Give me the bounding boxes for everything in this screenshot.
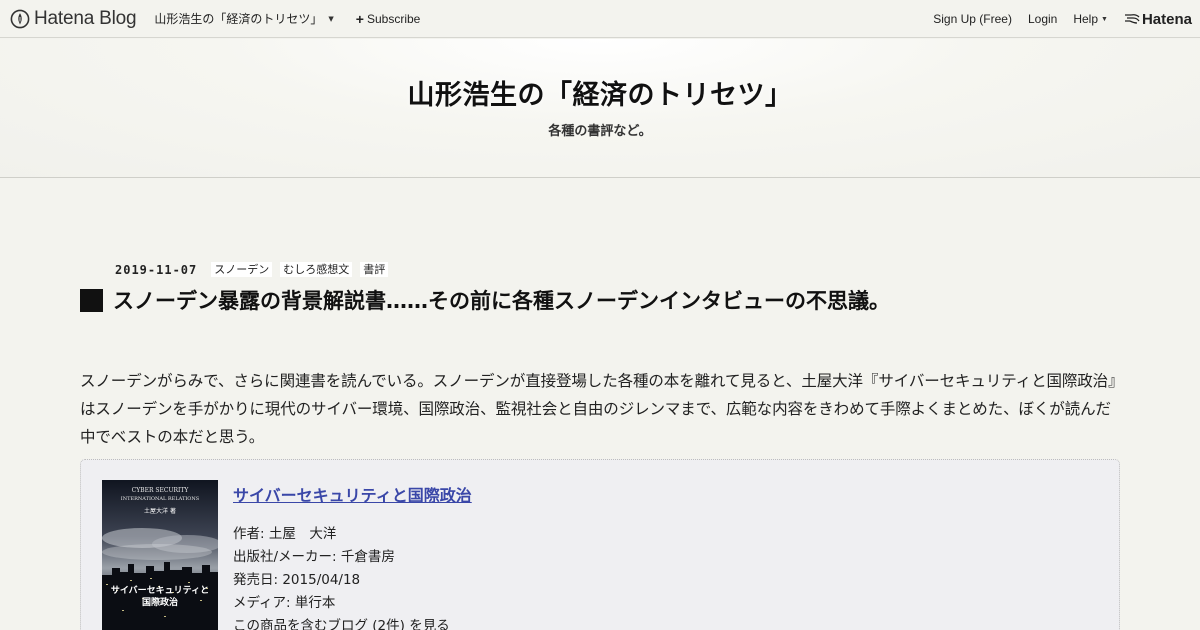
entry-title[interactable]: スノーデン暴露の背景解説書……その前に各種スノーデンインタビューの不思議。 — [80, 285, 1140, 315]
hatena-logo[interactable]: Hatena — [1124, 11, 1192, 28]
global-right-nav: Sign Up (Free) Login Help ▼ Hatena — [917, 0, 1192, 38]
product-card: CYBER SECURITY INTERNATIONAL RELATIONS 土… — [80, 459, 1120, 630]
help-menu[interactable]: Help ▼ — [1073, 12, 1108, 26]
blog-header: 山形浩生の「経済のトリセツ」 各種の書評など。 — [0, 39, 1200, 178]
cover-title-2: 国際政治 — [142, 596, 178, 608]
product-publisher: 出版社/メーカー: 千倉書房 — [233, 549, 395, 565]
cover-author: 土屋大洋 著 — [144, 507, 176, 515]
product-author: 作者: 土屋 大洋 — [233, 526, 337, 542]
entry-date[interactable]: 2019-11-07 — [115, 263, 197, 277]
product-blogs-link[interactable]: この商品を含むブログ (2件) を見る — [233, 615, 472, 630]
subscribe-label: Subscribe — [366, 11, 421, 26]
product-release-date: 発売日: 2015/04/18 — [233, 572, 361, 588]
brand-label: Hatena Blog — [34, 7, 137, 29]
help-label: Help — [1073, 12, 1099, 26]
hatena-mark-icon — [1124, 14, 1140, 24]
global-header: Hatena Blog 山形浩生の「経済のトリセツ」 ▼ + Subscribe… — [0, 0, 1200, 38]
subscribe-button[interactable]: + Subscribe — [356, 12, 421, 26]
chevron-down-icon: ▼ — [1101, 15, 1108, 23]
hatena-label: Hatena — [1141, 10, 1192, 28]
product-media: メディア: 単行本 — [233, 595, 336, 611]
cover-text-top2: INTERNATIONAL RELATIONS — [121, 496, 200, 502]
blog-title[interactable]: 山形浩生の「経済のトリセツ」 — [0, 73, 1200, 112]
book-cover-art: CYBER SECURITY INTERNATIONAL RELATIONS 土… — [102, 480, 218, 630]
chevron-down-icon: ▼ — [328, 14, 334, 23]
product-title-link[interactable]: サイバーセキュリティと国際政治 — [233, 482, 472, 506]
cover-text-top1: CYBER SECURITY — [132, 487, 190, 494]
blog-menu-dropdown[interactable]: 山形浩生の「経済のトリセツ」 ▼ — [154, 10, 333, 27]
blog-description: 各種の書評など。 — [548, 124, 652, 139]
entry-meta: 2019-11-07 スノーデン むしろ感想文 書評 — [115, 262, 396, 277]
product-info: サイバーセキュリティと国際政治 作者: 土屋 大洋 出版社/メーカー: 千倉書房… — [233, 482, 472, 630]
entry-title-text: スノーデン暴露の背景解説書……その前に各種スノーデンインタビューの不思議。 — [113, 289, 890, 313]
category-tag[interactable]: 書評 — [360, 262, 389, 277]
book-cover-image[interactable]: CYBER SECURITY INTERNATIONAL RELATIONS 土… — [102, 480, 218, 630]
cover-title-1: サイバーセキュリティと — [111, 585, 209, 596]
login-link[interactable]: Login — [1028, 12, 1057, 26]
category-tag[interactable]: むしろ感想文 — [280, 262, 353, 277]
square-bullet-icon — [80, 288, 103, 312]
entry-body-paragraph: スノーデンがらみで、さらに関連書を読んでいる。スノーデンが直接登場した各種の本を… — [80, 372, 1124, 446]
blog-menu-label: 山形浩生の「経済のトリセツ」 — [154, 12, 323, 26]
hatena-blog-pen-icon — [10, 9, 30, 28]
plus-icon: + — [355, 10, 364, 27]
signup-link[interactable]: Sign Up (Free) — [933, 12, 1012, 26]
hatena-blog-logo[interactable]: Hatena Blog — [10, 0, 137, 38]
category-tag[interactable]: スノーデン — [211, 262, 273, 277]
